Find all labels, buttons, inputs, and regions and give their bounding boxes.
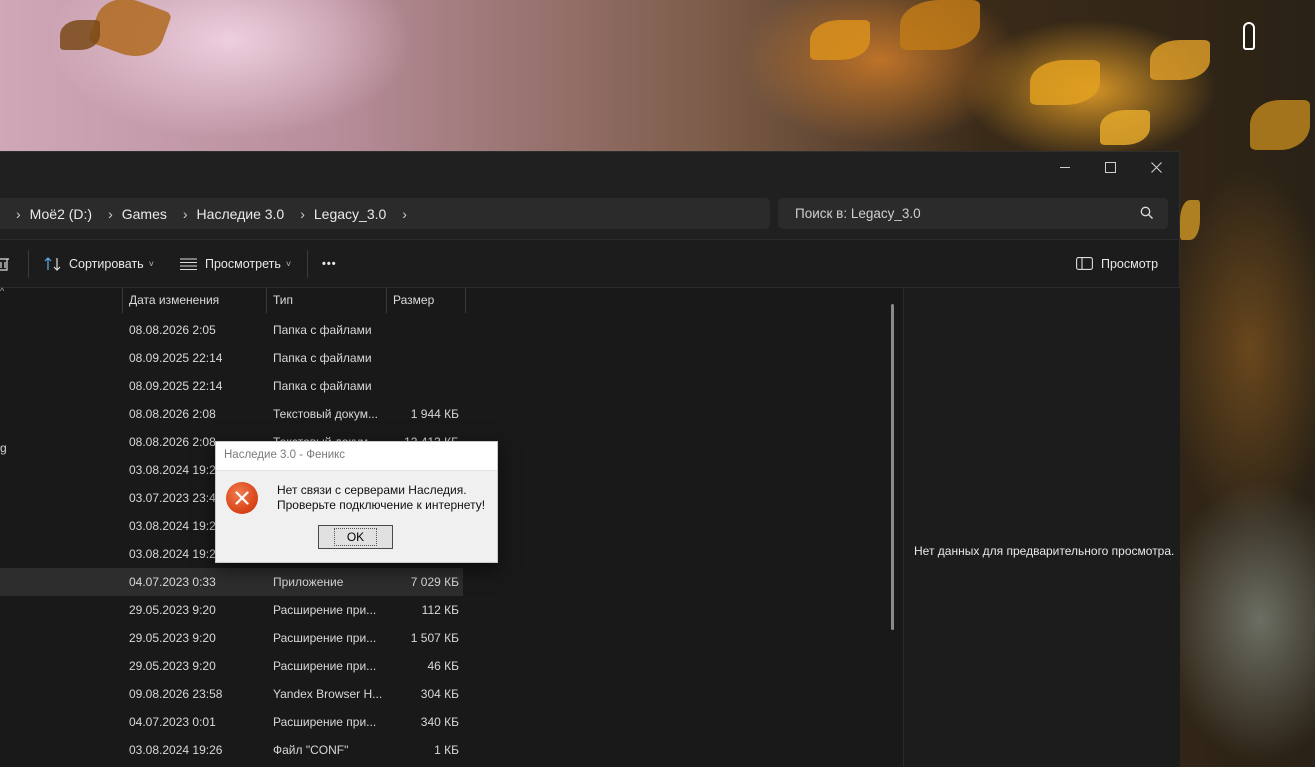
table-row[interactable]: 08.08.2026 2:08 Текстовый докум... 1 944 К… xyxy=(0,400,463,428)
cell-size xyxy=(388,316,459,344)
close-icon xyxy=(1150,161,1162,173)
breadcrumb-item-nasledie[interactable]: Наследие 3.0 xyxy=(197,206,285,222)
cell-size: 1 КБ xyxy=(434,743,459,757)
cell-size: 304 КБ xyxy=(420,687,459,701)
desktop-shortcut-icon[interactable] xyxy=(1243,22,1255,50)
table-row[interactable]: 04.07.2023 0:33 Приложение 7 029 КБ xyxy=(0,568,463,596)
error-dialog: Наследие 3.0 - Феникс Нет связи с сервер… xyxy=(215,441,498,563)
search-icon[interactable] xyxy=(1140,206,1154,220)
title-bar xyxy=(0,152,1179,190)
search-box[interactable] xyxy=(778,198,1168,229)
view-list-icon xyxy=(180,257,197,270)
column-header-date[interactable]: Дата изменения xyxy=(122,288,266,313)
truncated-filename-fragment: g xyxy=(0,441,7,455)
cell-type: Приложение xyxy=(273,575,344,589)
sort-button[interactable]: Сортировать ˅ xyxy=(44,240,154,287)
cell-size: 1 944 КБ xyxy=(410,407,459,421)
cell-date: 08.09.2025 22:14 xyxy=(129,351,223,365)
cell-type: Расширение при... xyxy=(273,659,377,673)
chevron-right-icon[interactable]: › xyxy=(167,206,197,222)
breadcrumb[interactable]: › Моё2 (D:) › Games › Наследие 3.0 › Leg… xyxy=(0,198,770,229)
sort-icon xyxy=(44,256,61,271)
cell-date: 08.08.2026 2:08 xyxy=(129,407,216,421)
address-row: › Моё2 (D:) › Games › Наследие 3.0 › Leg… xyxy=(0,190,1179,240)
sort-label: Сортировать xyxy=(69,256,144,271)
dialog-title: Наследие 3.0 - Феникс xyxy=(224,449,346,461)
cell-date: 29.05.2023 9:20 xyxy=(129,631,216,645)
cell-date: 04.07.2023 0:01 xyxy=(129,715,216,729)
preview-pane: Нет данных для предварительного просмотр… xyxy=(903,288,1180,767)
chevron-right-icon[interactable]: › xyxy=(0,206,30,222)
trash-icon xyxy=(0,257,9,271)
table-row[interactable]: 29.05.2023 9:20 Расширение при... 1 507 КБ xyxy=(0,624,463,652)
breadcrumb-item-drive[interactable]: Моё2 (D:) xyxy=(30,206,92,222)
cell-type: Файл "CONF" xyxy=(273,743,349,757)
cell-size: 46 КБ xyxy=(427,659,459,673)
cell-type: Текстовый докум... xyxy=(273,407,378,421)
minimize-button[interactable] xyxy=(1042,152,1088,182)
dialog-message-line1: Нет связи с серверами Наследия. xyxy=(277,483,467,497)
chevron-down-icon: ˅ xyxy=(285,258,292,269)
cell-size: 112 КБ xyxy=(421,603,459,617)
cell-size: 7 029 КБ xyxy=(410,575,459,589)
cell-size: 340 КБ xyxy=(420,715,459,729)
column-header-size[interactable]: Размер xyxy=(386,288,466,313)
cell-type: Расширение при... xyxy=(273,603,377,617)
ok-button-label: OK xyxy=(333,528,378,546)
table-row[interactable]: 03.08.2024 19:26 Файл "CONF" 1 КБ xyxy=(0,736,463,764)
search-input[interactable] xyxy=(793,205,1127,222)
table-row[interactable]: 08.09.2025 22:14 Папка с файлами xyxy=(0,344,463,372)
cell-date: 08.08.2026 2:05 xyxy=(129,323,216,337)
dialog-message-line2: Проверьте подключение к интернету! xyxy=(277,498,486,512)
cell-date: 09.08.2026 23:58 xyxy=(129,687,223,701)
table-row[interactable]: 09.08.2026 23:58 Yandex Browser H... 304 К… xyxy=(0,680,463,708)
maximize-button[interactable] xyxy=(1087,152,1133,182)
cell-date: 29.05.2023 9:20 xyxy=(129,659,216,673)
preview-pane-button[interactable]: Просмотр xyxy=(1076,240,1158,287)
breadcrumb-item-legacy[interactable]: Legacy_3.0 xyxy=(314,206,386,222)
cell-date: 03.08.2024 19:26 xyxy=(129,743,223,757)
cell-date: 29.05.2023 9:20 xyxy=(129,603,216,617)
chevron-down-icon: ˅ xyxy=(148,258,154,269)
view-button[interactable]: Просмотреть ˅ xyxy=(180,240,291,287)
cell-type: Yandex Browser H... xyxy=(273,687,383,701)
command-bar: Сортировать ˅ Просмотреть ˅ ••• Просмотр xyxy=(0,240,1179,288)
cell-type: Папка с файлами xyxy=(273,351,372,365)
cell-date: 08.09.2025 22:14 xyxy=(129,379,223,393)
column-header-type[interactable]: Тип xyxy=(266,288,386,313)
table-row[interactable]: 08.08.2026 2:05 Папка с файлами xyxy=(0,316,463,344)
table-row[interactable]: 29.05.2023 9:20 Расширение при... 46 КБ xyxy=(0,652,463,680)
cell-size xyxy=(388,344,459,372)
column-headers: ^ Дата изменения Тип Размер xyxy=(0,286,470,313)
chevron-right-icon[interactable]: › xyxy=(284,206,314,222)
error-icon xyxy=(226,482,258,514)
cell-date: 04.07.2023 0:33 xyxy=(129,575,216,589)
table-row[interactable]: 04.07.2023 0:01 Расширение при... 340 КБ xyxy=(0,708,463,736)
minimize-icon xyxy=(1060,167,1070,168)
cell-type: Папка с файлами xyxy=(273,379,372,393)
close-button[interactable] xyxy=(1133,152,1179,182)
cell-size: 1 507 КБ xyxy=(410,631,459,645)
cell-type: Расширение при... xyxy=(273,631,377,645)
more-options-button[interactable]: ••• xyxy=(322,240,337,287)
vertical-scrollbar[interactable] xyxy=(891,304,894,630)
cell-type: Папка с файлами xyxy=(273,323,372,337)
delete-button[interactable] xyxy=(0,240,10,287)
ok-button[interactable]: OK xyxy=(318,525,393,549)
table-row[interactable]: 08.09.2025 22:14 Папка с файлами xyxy=(0,372,463,400)
maximize-icon xyxy=(1104,161,1116,173)
preview-pane-icon xyxy=(1076,257,1093,270)
sort-arrow-icon: ^ xyxy=(0,286,5,296)
dialog-message: Нет связи с серверами Наследия. Проверьт… xyxy=(277,483,492,513)
file-explorer-window: › Моё2 (D:) › Games › Наследие 3.0 › Leg… xyxy=(0,151,1180,767)
chevron-right-icon[interactable]: › xyxy=(386,206,416,222)
cell-size xyxy=(388,372,459,400)
view-label: Просмотреть xyxy=(205,256,281,271)
breadcrumb-item-games[interactable]: Games xyxy=(122,206,167,222)
chevron-right-icon[interactable]: › xyxy=(92,206,122,222)
table-row[interactable]: 29.05.2023 9:20 Расширение при... 112 КБ xyxy=(0,596,463,624)
preview-label: Просмотр xyxy=(1101,256,1159,271)
cell-type: Расширение при... xyxy=(273,715,377,729)
preview-empty-message: Нет данных для предварительного просмотр… xyxy=(914,544,1175,558)
